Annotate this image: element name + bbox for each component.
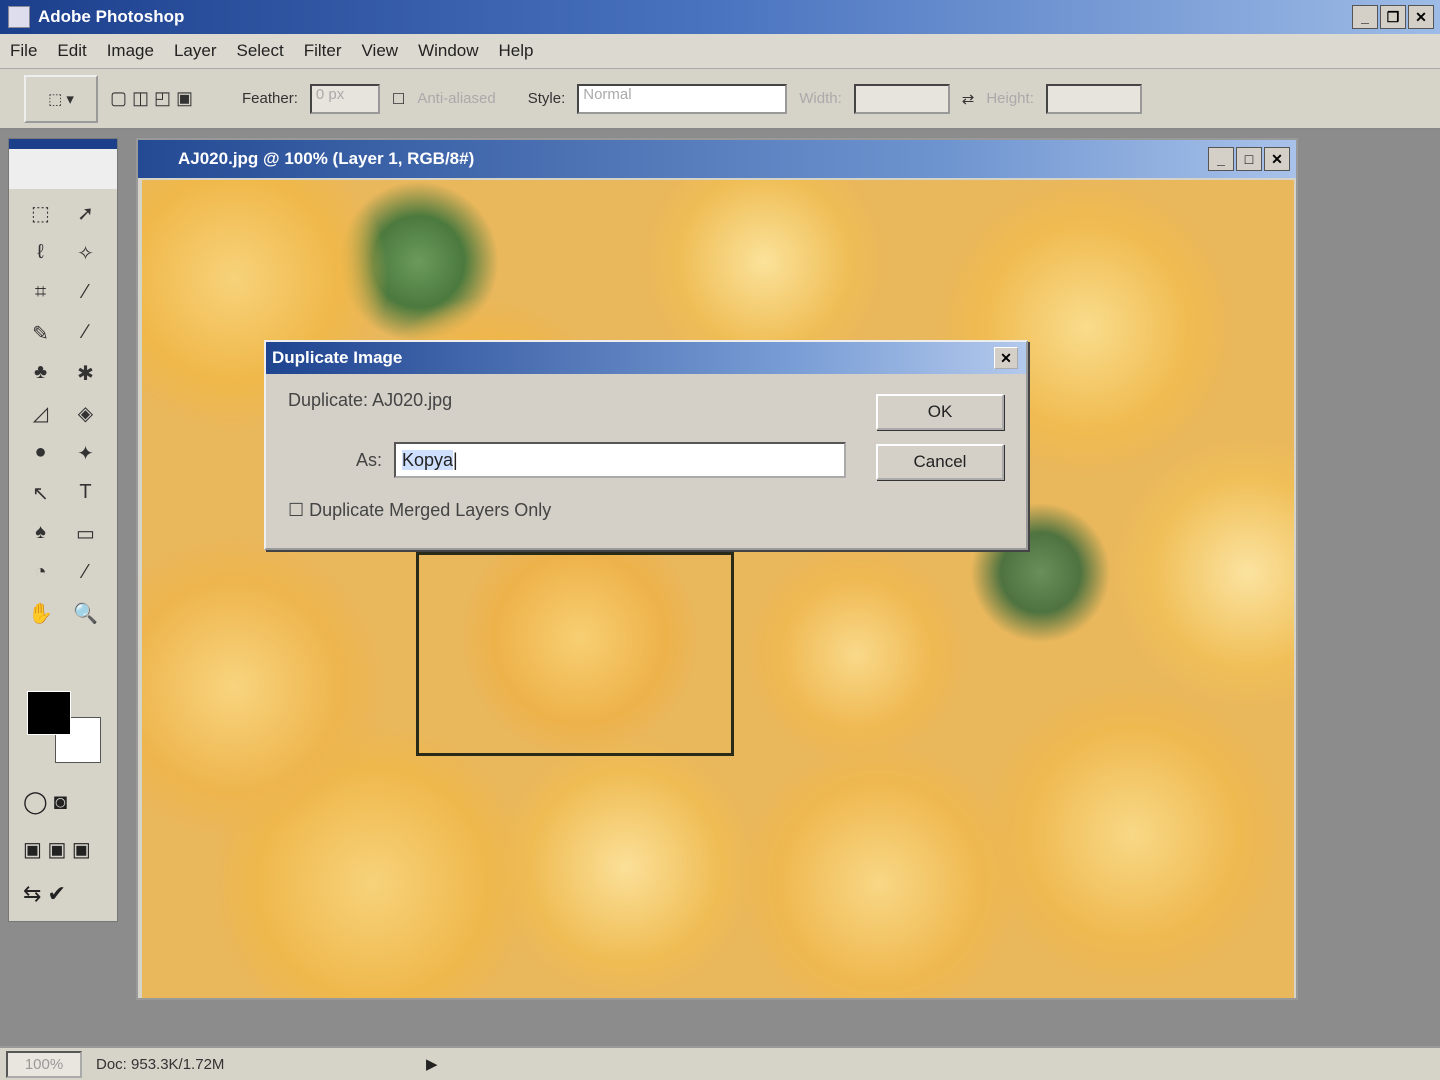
dialog-close-button[interactable]: ✕ xyxy=(994,347,1018,369)
height-label: Height: xyxy=(986,90,1034,107)
zoom-tool-icon[interactable]: 🔍 xyxy=(66,601,105,631)
app-title-bar: Adobe Photoshop _ ❐ ✕ xyxy=(0,0,1440,34)
doc-close-button[interactable]: ✕ xyxy=(1264,147,1290,171)
menu-filter[interactable]: Filter xyxy=(304,41,342,61)
dialog-title: Duplicate Image xyxy=(272,348,403,367)
app-title: Adobe Photoshop xyxy=(38,7,185,26)
type-tool-icon[interactable]: T xyxy=(66,481,105,511)
duplicate-source-name: AJ020.jpg xyxy=(372,390,453,410)
pen-tool-icon[interactable]: ♠ xyxy=(21,521,60,551)
zoom-level-field[interactable]: 100% xyxy=(6,1050,82,1078)
menu-file[interactable]: File xyxy=(10,41,37,61)
anti-alias-checkbox[interactable]: ☐ xyxy=(392,90,405,108)
hand-tool-icon[interactable]: ✋ xyxy=(21,601,60,631)
width-label: Width: xyxy=(799,90,842,107)
feather-label: Feather: xyxy=(242,90,298,107)
anti-alias-label: Anti-aliased xyxy=(417,90,496,107)
eraser-tool-icon[interactable]: ◿ xyxy=(21,401,60,431)
duplicate-image-dialog: Duplicate Image ✕ Duplicate: AJ020.jpg A… xyxy=(264,340,1028,550)
healing-brush-tool-icon[interactable]: ✎ xyxy=(21,321,60,351)
menu-edit[interactable]: Edit xyxy=(57,41,86,61)
menu-select[interactable]: Select xyxy=(236,41,283,61)
photoshop-icon xyxy=(8,6,30,28)
menu-window[interactable]: Window xyxy=(418,41,478,61)
dodge-tool-icon[interactable]: ✦ xyxy=(66,441,105,471)
style-value: Normal xyxy=(583,85,632,103)
duplicate-label: Duplicate: xyxy=(288,390,369,410)
merged-layers-checkbox[interactable]: ☐ Duplicate Merged Layers Only xyxy=(288,500,551,521)
style-label: Style: xyxy=(527,90,566,107)
paint-bucket-tool-icon[interactable]: ◈ xyxy=(66,401,105,431)
foreground-color-swatch[interactable] xyxy=(27,691,71,735)
width-input[interactable] xyxy=(853,83,950,114)
screen-mode-buttons[interactable]: ▣ ▣ ▣ xyxy=(23,837,91,862)
lasso-tool-icon[interactable]: ℓ xyxy=(21,241,60,271)
feather-input[interactable]: 0 px xyxy=(309,83,380,114)
selection-marquee xyxy=(416,552,734,756)
height-input[interactable] xyxy=(1045,83,1142,114)
brush-tool-icon[interactable]: ∕ xyxy=(66,321,105,351)
magic-wand-tool-icon[interactable]: ✧ xyxy=(66,241,105,271)
move-tool-icon[interactable]: ➚ xyxy=(66,201,105,231)
menu-view[interactable]: View xyxy=(362,41,399,61)
selection-mode-buttons[interactable]: ▢ ◫ ◰ ▣ xyxy=(110,88,230,109)
toolbox: ⬚ ➚ ℓ ✧ ⌗ ⁄ ✎ ∕ ♣ ✱ ◿ ◈ ● ✦ ↖ T ♠ ▭ ◔ ⁄ … xyxy=(8,138,118,922)
options-bar: ⬚ ▾ ▢ ◫ ◰ ▣ Feather: 0 px ☐ Anti-aliased… xyxy=(0,68,1440,130)
blur-tool-icon[interactable]: ● xyxy=(21,441,60,471)
dialog-title-bar: Duplicate Image ✕ xyxy=(266,342,1026,374)
status-bar: 100% Doc: 953.3K/1.72M ▶ xyxy=(0,1046,1440,1080)
menu-bar: File Edit Image Layer Select Filter View… xyxy=(0,34,1440,68)
cancel-button[interactable]: Cancel xyxy=(876,444,1004,480)
quick-mask-buttons[interactable]: ◯ ◙ xyxy=(23,789,67,815)
document-title-bar: AJ020.jpg @ 100% (Layer 1, RGB/8#) _ □ ✕ xyxy=(138,140,1296,178)
menu-help[interactable]: Help xyxy=(499,41,534,61)
doc-maximize-button[interactable]: □ xyxy=(1236,147,1262,171)
image-canvas[interactable] xyxy=(142,180,1294,998)
doc-minimize-button[interactable]: _ xyxy=(1208,147,1234,171)
menu-layer[interactable]: Layer xyxy=(174,41,217,61)
doc-size-info: Doc: 953.3K/1.72M xyxy=(96,1055,225,1073)
clone-stamp-tool-icon[interactable]: ♣ xyxy=(21,361,60,391)
shape-tool-icon[interactable]: ▭ xyxy=(66,521,105,551)
minimize-button[interactable]: _ xyxy=(1352,5,1378,29)
ok-button[interactable]: OK xyxy=(876,394,1004,430)
jump-to-imageready-button[interactable]: ⇆ ✔ xyxy=(23,881,66,907)
merged-layers-label: Duplicate Merged Layers Only xyxy=(309,500,552,520)
slice-tool-icon[interactable]: ⁄ xyxy=(66,281,105,311)
menu-image[interactable]: Image xyxy=(107,41,154,61)
document-title: AJ020.jpg @ 100% (Layer 1, RGB/8#) xyxy=(178,149,475,168)
status-menu-arrow-icon[interactable]: ▶ xyxy=(426,1055,438,1073)
eyedropper-tool-icon[interactable]: ⁄ xyxy=(66,561,105,591)
document-window: AJ020.jpg @ 100% (Layer 1, RGB/8#) _ □ ✕ xyxy=(136,138,1298,1000)
swap-icon[interactable]: ⇄ xyxy=(962,90,975,108)
path-selection-tool-icon[interactable]: ↖ xyxy=(21,481,60,511)
toolbox-header-logo xyxy=(9,139,117,189)
history-brush-tool-icon[interactable]: ✱ xyxy=(66,361,105,391)
restore-button[interactable]: ❐ xyxy=(1380,5,1406,29)
style-select[interactable]: Normal xyxy=(577,83,788,114)
close-button[interactable]: ✕ xyxy=(1408,5,1434,29)
crop-tool-icon[interactable]: ⌗ xyxy=(21,281,60,311)
as-label: As: xyxy=(356,450,383,470)
marquee-tool-icon[interactable]: ⬚ xyxy=(21,201,60,231)
as-name-input[interactable]: Kopya| xyxy=(394,442,846,478)
as-name-value: Kopya xyxy=(402,450,454,470)
notes-tool-icon[interactable]: ◔ xyxy=(21,561,60,591)
tool-preset-picker[interactable]: ⬚ ▾ xyxy=(24,74,98,123)
